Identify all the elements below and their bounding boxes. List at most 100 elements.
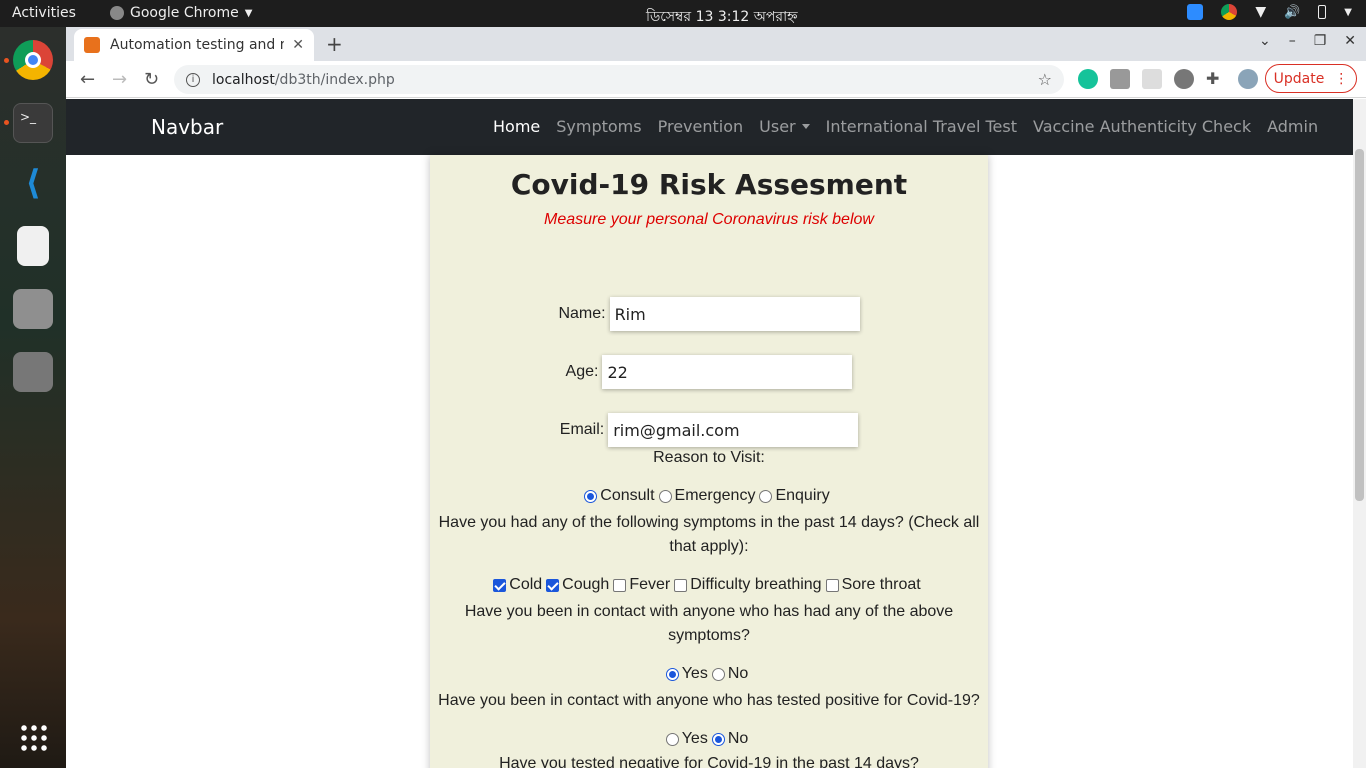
checkbox[interactable] [546,578,560,592]
nav-vaccine-authenticity-check[interactable]: Vaccine Authenticity Check [1033,117,1251,136]
positive-question: Have you been in contact with anyone who… [438,692,980,709]
nav-home[interactable]: Home [493,117,540,136]
files-icon[interactable] [13,289,53,329]
page-scrollbar[interactable] [1353,99,1366,768]
web-page: Navbar Home Symptoms Prevention User Int… [66,99,1353,768]
name-row: Name: Rim [430,297,988,331]
option-label: Cough [562,576,610,593]
positive-yes[interactable]: Yes [665,730,708,748]
reason-consult[interactable]: Consult [584,487,655,505]
restore-icon[interactable]: ❐ [1314,33,1327,49]
contact-no[interactable]: No [711,665,749,683]
nav-prevention[interactable]: Prevention [658,117,744,136]
close-tab-icon[interactable]: ✕ [292,37,304,53]
app-menu[interactable]: Google Chrome ▼ [110,5,252,21]
document-viewer-icon[interactable] [17,226,49,266]
age-input[interactable]: 22 [602,355,853,389]
option-label: Consult [600,487,655,504]
extension-icon[interactable] [1174,69,1194,89]
system-tray[interactable]: ▼ 🔊 ▼ [1187,4,1352,20]
option-label: Emergency [674,487,756,504]
contact-yes[interactable]: Yes [665,665,708,683]
system-top-bar: Activities Google Chrome ▼ ডিসেম্বর 13 3… [0,0,1366,27]
update-button[interactable]: Update ⋮ [1265,64,1357,93]
checkbox[interactable] [674,578,688,592]
symptom-fever[interactable]: Fever [613,576,670,594]
power-menu-icon[interactable]: ▼ [1344,7,1352,18]
option-label: No [727,730,749,747]
age-row: Age: 22 [430,355,988,389]
positive-no[interactable]: No [711,730,749,748]
back-icon[interactable]: ← [80,69,95,90]
nav-symptoms[interactable]: Symptoms [556,117,641,136]
symptom-cold[interactable]: Cold [493,576,542,594]
option-label: Fever [629,576,671,593]
clock[interactable]: ডিসেম্বর 13 3:12 অপরাহ্ন [646,5,798,29]
disc-icon[interactable] [13,352,53,392]
contact-question: Have you been in contact with anyone who… [464,603,954,644]
address-bar[interactable]: i localhost/db3th/index.php ☆ [174,65,1064,94]
show-apps-icon[interactable] [19,723,47,751]
close-window-icon[interactable]: ✕ [1344,33,1356,49]
option-label: No [727,665,749,682]
vscode-icon[interactable]: ⟨ [13,163,53,203]
zoom-icon[interactable] [1187,4,1204,20]
reason-emergency[interactable]: Emergency [658,487,756,505]
email-input[interactable]: rim@gmail.com [608,413,859,447]
nav-international-travel-test[interactable]: International Travel Test [826,117,1017,136]
radio-button[interactable] [665,732,679,746]
site-info-icon[interactable]: i [186,72,200,87]
email-label: Email: [559,421,605,438]
radio-button[interactable] [759,489,773,503]
nav-admin[interactable]: Admin [1267,117,1318,136]
form-subtitle: Measure your personal Coronavirus risk b… [544,211,874,228]
reload-icon[interactable]: ↻ [144,69,159,90]
option-label: Difficulty breathing [690,576,822,593]
name-label: Name: [558,305,606,322]
chrome-dock-icon[interactable] [13,40,53,80]
name-input[interactable]: Rim [609,297,860,331]
radio-button[interactable] [658,489,672,503]
running-indicator [4,120,9,125]
age-label: Age: [565,363,599,380]
scrollbar-thumb[interactable] [1355,149,1364,501]
positive-options: Yes No [430,730,988,748]
radio-button[interactable] [665,667,679,681]
radio-button[interactable] [584,489,598,503]
checkbox[interactable] [825,578,839,592]
nav-user-dropdown[interactable]: User [759,117,809,136]
radio-button[interactable] [711,732,725,746]
caret-down-icon: ▼ [244,7,253,19]
extension-icon[interactable] [1110,69,1130,89]
favicon-icon [84,37,100,53]
activities-button[interactable]: Activities [12,5,76,21]
tab-strip: Automation testing and m ✕ + ⌄ – ❐ ✕ [66,27,1366,61]
symptom-sore-throat[interactable]: Sore throat [825,576,921,594]
terminal-icon[interactable]: >_ [13,103,53,143]
extension-icon[interactable] [1142,69,1162,89]
chrome-tray-icon[interactable] [1221,4,1238,20]
reason-enquiry[interactable]: Enquiry [759,487,830,505]
site-navbar: Navbar Home Symptoms Prevention User Int… [66,99,1353,155]
nav-links: Home Symptoms Prevention User Internatio… [493,117,1318,136]
new-tab-icon[interactable]: + [326,32,343,56]
checkbox[interactable] [613,578,627,592]
bookmark-star-icon[interactable]: ☆ [1038,70,1052,89]
minimize-icon[interactable]: – [1289,33,1296,49]
active-tab[interactable]: Automation testing and m ✕ [74,29,314,61]
grammarly-icon[interactable] [1078,69,1098,89]
symptom-cough[interactable]: Cough [546,576,609,594]
checkbox[interactable] [493,578,507,592]
contact-options: Yes No [430,665,988,683]
wifi-icon[interactable]: ▼ [1255,4,1266,20]
puzzle-extensions-icon[interactable]: ✚ [1206,69,1226,89]
volume-icon[interactable]: 🔊 [1284,5,1300,20]
symptom-difficulty-breathing[interactable]: Difficulty breathing [674,576,822,594]
forward-icon[interactable]: → [112,69,127,90]
tab-search-icon[interactable]: ⌄ [1259,33,1271,49]
update-label: Update [1273,70,1325,87]
profile-avatar[interactable] [1238,69,1258,89]
battery-icon[interactable] [1318,5,1327,19]
radio-button[interactable] [711,667,725,681]
navbar-brand[interactable]: Navbar [151,115,223,139]
